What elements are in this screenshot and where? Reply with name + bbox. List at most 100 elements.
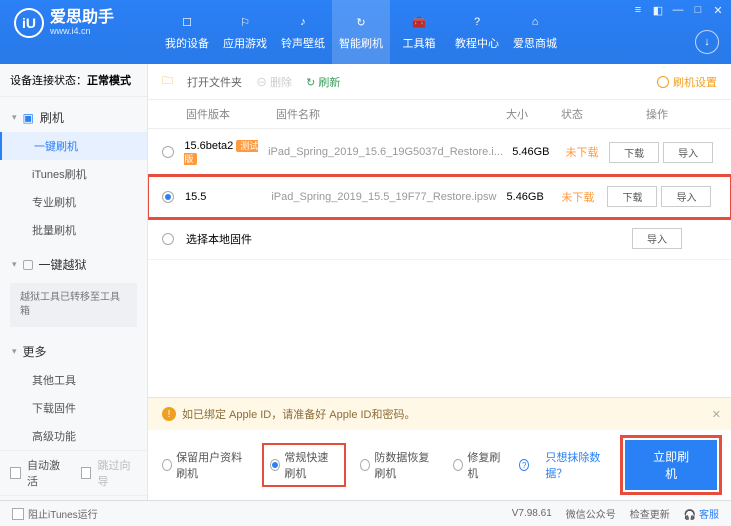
flash-settings-button[interactable]: 刷机设置 [657, 74, 717, 90]
label: 刷机设置 [673, 74, 717, 90]
close-icon[interactable]: ✕ [711, 3, 725, 17]
nav-label: 爱思商城 [513, 35, 557, 51]
nav-label: 工具箱 [403, 35, 436, 51]
maximize-icon[interactable]: □ [691, 3, 705, 17]
import-button[interactable]: 导入 [632, 228, 682, 249]
flash-now-button[interactable]: 立即刷机 [625, 440, 717, 490]
support-label: 客服 [699, 510, 719, 521]
fw-filename: iPad_Spring_2019_15.6_19G5037d_Restore.i… [268, 146, 503, 158]
minimize-icon[interactable]: — [671, 3, 685, 17]
close-icon[interactable]: ✕ [712, 408, 721, 421]
skip-guide-checkbox[interactable] [81, 467, 92, 479]
firmware-row-selected[interactable]: 15.5 iPad_Spring_2019_15.5_19F77_Restore… [148, 176, 731, 218]
opt-recovery[interactable]: 防数据恢复刷机 [360, 449, 437, 481]
import-button[interactable]: 导入 [663, 142, 713, 163]
select-local-label: 选择本地固件 [186, 231, 597, 247]
download-manager-icon[interactable]: ↓ [695, 30, 719, 54]
nav-toolbox[interactable]: 🧰 工具箱 [390, 0, 448, 64]
group-label: 刷机 [40, 109, 64, 126]
sidebar-item-download-fw[interactable]: 下载固件 [0, 394, 147, 422]
main-panel: 🗀 打开文件夹 ⊖ 删除 ↻ 刷新 刷机设置 固件版本 固件名称 大小 状态 操… [148, 64, 731, 500]
window-controls: ≡ ◧ — □ ✕ [631, 3, 725, 17]
row-radio[interactable] [162, 146, 174, 158]
delete-button[interactable]: ⊖ 删除 [256, 74, 292, 90]
nav-label: 应用游戏 [223, 35, 267, 51]
chevron-down-icon: ▾ [12, 259, 17, 270]
row-radio[interactable] [162, 191, 174, 203]
fw-status: 未下载 [559, 144, 606, 160]
top-nav: ☐ 我的设备 ⚐应用游戏 ♪ 铃声壁纸 ↻智能刷机 🧰 工具箱 ?教程中心 ⌂爱思商城 [158, 0, 564, 64]
sidebar-group-jailbreak[interactable]: ▾一键越狱 [0, 250, 147, 279]
opt-keep-data[interactable]: 保留用户资料刷机 [162, 449, 248, 481]
nav-store[interactable]: ⌂爱思商城 [506, 0, 564, 64]
toolbar: 🗀 打开文件夹 ⊖ 删除 ↻ 刷新 刷机设置 [148, 64, 731, 100]
wechat-link[interactable]: 微信公众号 [566, 506, 616, 521]
help-icon: ? [468, 13, 486, 31]
info-icon[interactable]: ? [519, 459, 529, 471]
chevron-down-icon: ▾ [12, 112, 17, 123]
logo-icon: iU [14, 8, 44, 38]
radio[interactable] [162, 459, 172, 471]
warning-text: 如已绑定 Apple ID，请准备好 Apple ID和密码。 [182, 406, 416, 422]
sidebar-item-pro[interactable]: 专业刷机 [0, 188, 147, 216]
status-label: 设备连接状态： [10, 75, 87, 87]
group-label: 更多 [23, 343, 47, 360]
radio[interactable] [360, 459, 370, 471]
nav-my-device[interactable]: ☐ 我的设备 [158, 0, 216, 64]
import-button[interactable]: 导入 [661, 186, 711, 207]
nav-tutorials[interactable]: ?教程中心 [448, 0, 506, 64]
download-button[interactable]: 下载 [607, 186, 657, 207]
erase-only-link[interactable]: 只想抹除数据？ [545, 449, 609, 481]
phone-icon: ☐ [178, 13, 196, 31]
skin-icon[interactable]: ◧ [651, 3, 665, 17]
folder-icon: 🗀 [162, 72, 173, 91]
refresh-button[interactable]: ↻ 刷新 [306, 74, 340, 90]
brand-url: www.i4.cn [50, 26, 114, 36]
appleid-warning: ! 如已绑定 Apple ID，请准备好 Apple ID和密码。 ✕ [148, 397, 731, 430]
sidebar-item-advanced[interactable]: 高级功能 [0, 422, 147, 450]
radio[interactable] [453, 459, 463, 471]
col-ops: 操作 [597, 106, 717, 122]
label: 常规快速刷机 [284, 449, 338, 481]
download-button[interactable]: 下载 [609, 142, 659, 163]
nav-label: 铃声壁纸 [281, 35, 325, 51]
nav-label: 我的设备 [165, 35, 209, 51]
toolbox-icon: 🧰 [410, 13, 428, 31]
sidebar-item-batch[interactable]: 批量刷机 [0, 216, 147, 244]
label: 防数据恢复刷机 [374, 449, 437, 481]
sidebar-group-more[interactable]: ▾ 更多 [0, 337, 147, 366]
opt-repair[interactable]: 修复刷机 [453, 449, 503, 481]
fw-version: 15.5 [185, 191, 271, 203]
sidebar-item-itunes[interactable]: iTunes刷机 [0, 160, 147, 188]
row-radio[interactable] [162, 233, 174, 245]
open-folder-button[interactable]: 打开文件夹 [187, 74, 242, 90]
nav-flash[interactable]: ↻智能刷机 [332, 0, 390, 64]
version-label: V7.98.61 [512, 508, 552, 519]
sidebar-item-other[interactable]: 其他工具 [0, 366, 147, 394]
fw-version: 15.6beta2 [184, 140, 233, 152]
block-itunes-checkbox[interactable] [12, 508, 24, 520]
chevron-down-icon: ▾ [12, 346, 17, 357]
firmware-row[interactable]: 15.6beta2测试版 iPad_Spring_2019_15.6_19G50… [148, 129, 731, 176]
brand-logo: iU 爱思助手 www.i4.cn [0, 0, 128, 46]
radio[interactable] [270, 459, 280, 471]
titlebar: iU 爱思助手 www.i4.cn ☐ 我的设备 ⚐应用游戏 ♪ 铃声壁纸 ↻智能刷… [0, 0, 731, 64]
check-update-link[interactable]: 检查更新 [630, 506, 670, 521]
fw-size: 5.46GB [496, 191, 554, 203]
nav-ringtones[interactable]: ♪ 铃声壁纸 [274, 0, 332, 64]
table-header: 固件版本 固件名称 大小 状态 操作 [148, 100, 731, 129]
auto-activate-checkbox[interactable] [10, 467, 21, 479]
nav-apps[interactable]: ⚐应用游戏 [216, 0, 274, 64]
sidebar-item-oneclick[interactable]: 一键刷机 [0, 132, 147, 160]
fw-status: 未下载 [554, 189, 602, 205]
sidebar-group-flash[interactable]: ▾▣刷机 [0, 103, 147, 132]
status-value: 正常模式 [87, 75, 131, 87]
select-local-row[interactable]: 选择本地固件 导入 [148, 218, 731, 260]
col-status: 状态 [547, 106, 597, 122]
bell-icon: ♪ [294, 13, 312, 31]
col-version: 固件版本 [186, 106, 276, 122]
sidebar: 设备连接状态：正常模式 ▾▣刷机 一键刷机 iTunes刷机 专业刷机 批量刷机… [0, 64, 148, 500]
opt-regular[interactable]: 常规快速刷机 [264, 445, 344, 485]
support-icon[interactable]: 🎧 客服 [684, 506, 719, 521]
menu-icon[interactable]: ≡ [631, 3, 645, 17]
